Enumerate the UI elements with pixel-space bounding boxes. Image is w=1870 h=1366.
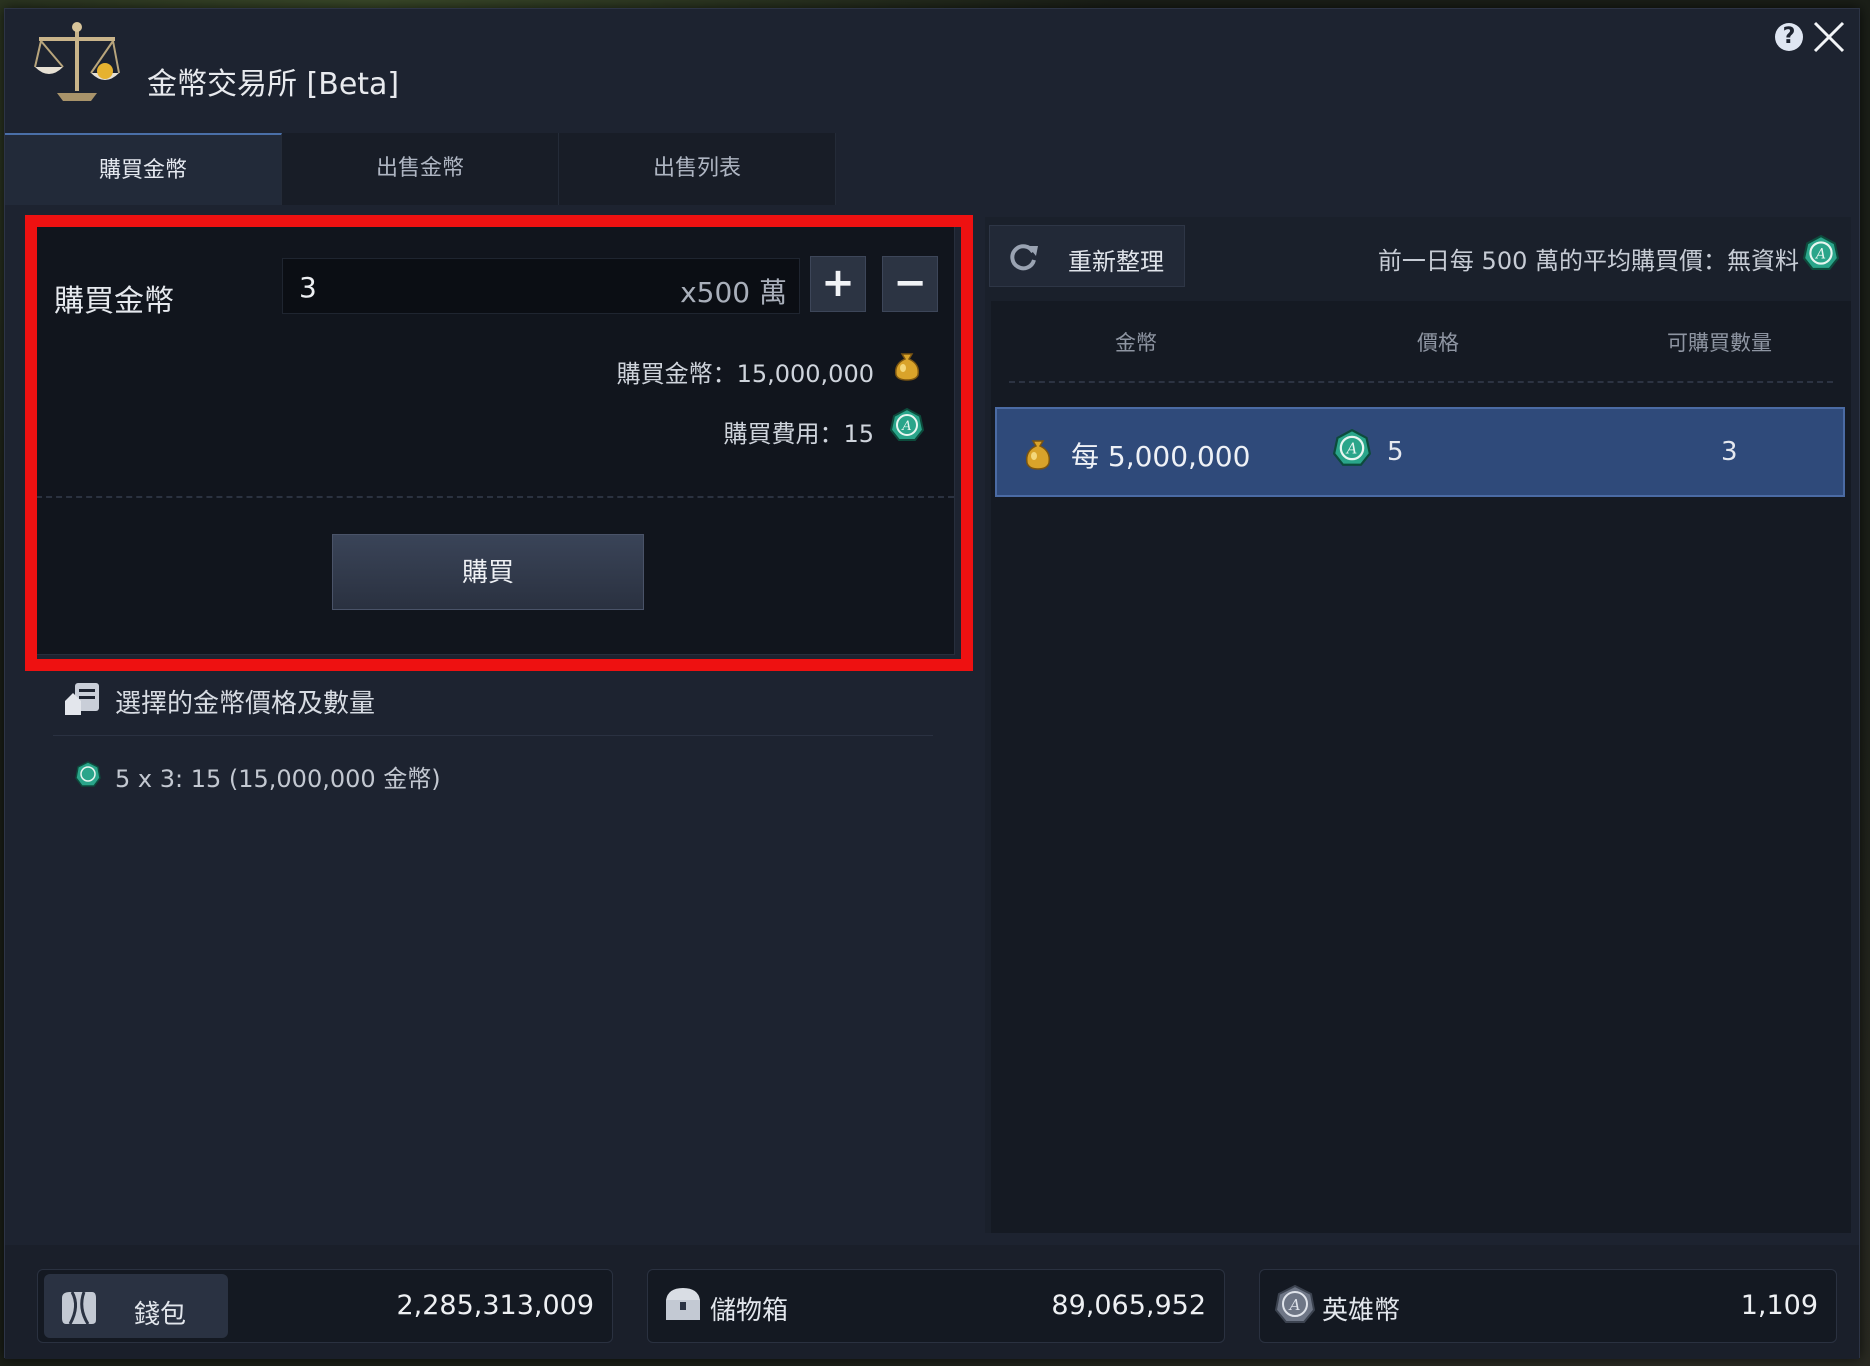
window-title: 金幣交易所 [Beta] (147, 67, 400, 102)
price-tag-icon (65, 683, 99, 715)
table-row[interactable]: 每 5,000,000 A 5 3 (995, 407, 1845, 497)
gold-bag-icon (1025, 440, 1051, 470)
buy-gold-label: 購買金幣 (54, 284, 174, 319)
currency-bar: 錢包 2,285,313,009 儲物箱 89,065,952 A 英雄幣 1,… (5, 1245, 1859, 1359)
scales-icon (34, 22, 120, 101)
gold-total-text: 購買金幣：15,000,000 (616, 360, 874, 388)
title-bar: 金幣交易所 [Beta] ? (5, 9, 1859, 133)
wallet-value: 2,285,313,009 (396, 1290, 594, 1321)
section-divider (36, 496, 954, 498)
column-header-price: 價格 (1417, 331, 1459, 355)
hero-coin-icon: A (1274, 1284, 1316, 1323)
row-price: 5 (1387, 437, 1404, 467)
storage-chest-icon (666, 1288, 700, 1320)
refresh-icon (1010, 244, 1038, 271)
wallet-tab[interactable]: 錢包 (44, 1274, 228, 1338)
selection-title: 選擇的金幣價格及數量 (115, 689, 376, 719)
close-icon[interactable] (1807, 15, 1851, 59)
buy-button[interactable]: 購買 (332, 534, 644, 610)
svg-text:A: A (1288, 1296, 1301, 1314)
column-header-gold: 金幣 (1115, 331, 1157, 355)
hero-coin-label: 英雄幣 (1322, 1296, 1401, 1326)
svg-text:A: A (1345, 442, 1357, 458)
quantity-value: 3 (299, 271, 317, 304)
wallet-icon (62, 1291, 96, 1325)
average-price-text: 前一日每 500 萬的平均購買價：無資料 (1377, 247, 1799, 275)
purchase-fee-text: 購買費用：15 (723, 420, 874, 448)
tab-buy-gold[interactable]: 購買金幣 (5, 133, 282, 205)
gold-bag-icon (894, 353, 920, 381)
refresh-button[interactable]: 重新整理 (989, 225, 1185, 287)
decrease-quantity-button[interactable]: − (882, 256, 938, 312)
storage-value: 89,065,952 (1051, 1290, 1206, 1321)
storage-label: 儲物箱 (710, 1296, 789, 1326)
row-gold-amount: 每 5,000,000 (1071, 440, 1251, 473)
column-header-available-qty: 可購買數量 (1667, 331, 1772, 355)
selection-divider (53, 735, 933, 736)
buy-panel: 購買金幣 3 x500 萬 + − 購買金幣：15,000,000 購買費用：1… (35, 225, 955, 655)
quantity-input[interactable]: 3 x500 萬 (282, 258, 800, 314)
tab-sell-gold[interactable]: 出售金幣 (282, 133, 559, 205)
quantity-unit: x500 萬 (680, 276, 787, 309)
wallet-label: 錢包 (134, 1300, 187, 1330)
help-icon[interactable]: ? (1775, 23, 1803, 51)
tab-sell-list[interactable]: 出售列表 (559, 133, 836, 205)
tab-bar: 購買金幣 出售金幣 出售列表 (5, 133, 837, 205)
svg-text:A: A (1814, 246, 1826, 262)
hero-coin-box: A 英雄幣 1,109 (1259, 1269, 1837, 1343)
gold-exchange-window: 金幣交易所 [Beta] ? 購買金幣 出售金幣 出售列表 購買金幣 3 x50… (4, 8, 1860, 1359)
header-divider (1009, 381, 1833, 383)
selection-item-text: 5 x 3: 15 (15,000,000 金幣) (115, 765, 441, 793)
svg-text:A: A (901, 419, 911, 434)
hero-coin-icon: A (1803, 235, 1839, 270)
hero-coin-value: 1,109 (1740, 1290, 1818, 1321)
wallet-box: 錢包 2,285,313,009 (37, 1269, 613, 1343)
storage-box: 儲物箱 89,065,952 (647, 1269, 1225, 1343)
refresh-label: 重新整理 (1068, 248, 1164, 276)
hero-coin-icon (75, 761, 101, 787)
row-available-qty: 3 (1721, 437, 1738, 467)
increase-quantity-button[interactable]: + (810, 256, 866, 312)
listing-table: 金幣 價格 可購買數量 每 5,000,000 A 5 3 (991, 301, 1851, 1233)
hero-coin-icon: A (1333, 429, 1371, 466)
market-panel: 重新整理 前一日每 500 萬的平均購買價：無資料 A 金幣 價格 可購買數量 … (985, 217, 1851, 1233)
hero-coin-icon: A (890, 408, 924, 441)
